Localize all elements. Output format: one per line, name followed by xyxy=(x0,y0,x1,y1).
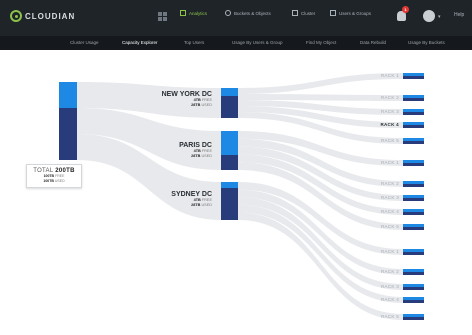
free-value: 4TB xyxy=(193,198,201,202)
used-label: USED xyxy=(201,202,212,207)
free-value: 4TB xyxy=(193,149,201,153)
rack-free-bar[interactable] xyxy=(403,269,424,272)
datacenter-free-bar[interactable] xyxy=(221,131,238,155)
datacenter-used-bar[interactable] xyxy=(221,188,238,220)
rack-used-bar[interactable] xyxy=(403,287,424,290)
rack-used-bar[interactable] xyxy=(403,252,424,255)
used-label: USED xyxy=(201,153,212,158)
rack-used-bar[interactable] xyxy=(403,141,424,144)
rack-label[interactable]: RACK 5 xyxy=(359,314,399,319)
rack-label[interactable]: RACK 1 xyxy=(359,249,399,254)
datacenter-used-bar[interactable] xyxy=(221,96,238,118)
rack-used-bar[interactable] xyxy=(403,212,424,215)
rack-free-bar[interactable] xyxy=(403,297,424,300)
total-free-label: FREE xyxy=(55,174,65,178)
rack-used-bar[interactable] xyxy=(403,227,424,230)
rack-label[interactable]: RACK 1 xyxy=(359,73,399,78)
rack-free-bar[interactable] xyxy=(403,73,424,76)
rack-used-bar[interactable] xyxy=(403,198,424,201)
rack-free-bar[interactable] xyxy=(403,138,424,141)
rack-free-bar[interactable] xyxy=(403,181,424,184)
rack-label[interactable]: RACK 4 xyxy=(359,122,399,127)
rack-label[interactable]: RACK 5 xyxy=(359,138,399,143)
rack-label[interactable]: RACK 3 xyxy=(359,284,399,289)
used-value: 28TB xyxy=(191,102,201,107)
datacenter-name: PARIS DC xyxy=(179,142,212,149)
rack-label[interactable]: RACK 1 xyxy=(359,160,399,165)
datacenter-free-bar[interactable] xyxy=(221,182,238,188)
rack-label[interactable]: RACK 2 xyxy=(359,269,399,274)
rack-used-bar[interactable] xyxy=(403,300,424,303)
rack-label[interactable]: RACK 3 xyxy=(359,109,399,114)
free-value: 4TB xyxy=(193,98,201,102)
datacenter-name: SYDNEY DC xyxy=(171,191,212,198)
rack-used-bar[interactable] xyxy=(403,163,424,166)
total-used-bar xyxy=(59,108,77,160)
rack-free-bar[interactable] xyxy=(403,314,424,317)
rack-free-bar[interactable] xyxy=(403,284,424,287)
datacenter-label-paris[interactable]: PARIS DC 4TB FREE 28TB USED xyxy=(142,142,212,158)
used-value: 28TB xyxy=(191,202,201,207)
datacenter-label-new-york[interactable]: NEW YORK DC 4TB FREE 28TB USED xyxy=(142,91,212,107)
used-label: USED xyxy=(201,102,212,107)
rack-free-bar[interactable] xyxy=(403,195,424,198)
rack-used-bar[interactable] xyxy=(403,76,424,79)
total-free-value: 100TB xyxy=(43,174,55,178)
used-value: 28TB xyxy=(191,153,201,158)
total-used-label: USED xyxy=(54,179,65,183)
rack-used-bar[interactable] xyxy=(403,184,424,187)
rack-free-bar[interactable] xyxy=(403,209,424,212)
rack-label[interactable]: RACK 3 xyxy=(359,195,399,200)
rack-used-bar[interactable] xyxy=(403,98,424,101)
datacenter-used: 28TB USED xyxy=(142,154,212,159)
rack-free-bar[interactable] xyxy=(403,109,424,112)
rack-free-bar[interactable] xyxy=(403,224,424,227)
rack-used-bar[interactable] xyxy=(403,112,424,115)
rack-free-bar[interactable] xyxy=(403,160,424,163)
free-label: FREE xyxy=(201,149,212,153)
total-used: 100TB USED xyxy=(27,179,81,184)
total-free-bar xyxy=(59,82,77,108)
rack-free-bar[interactable] xyxy=(403,249,424,252)
total-used-value: 100TB xyxy=(43,179,54,183)
rack-free-bar[interactable] xyxy=(403,95,424,98)
datacenter-used: 28TB USED xyxy=(142,203,212,208)
rack-used-bar[interactable] xyxy=(403,125,424,128)
rack-used-bar[interactable] xyxy=(403,272,424,275)
rack-used-bar[interactable] xyxy=(403,317,424,320)
rack-label[interactable]: RACK 4 xyxy=(359,297,399,302)
datacenter-label-sydney[interactable]: SYDNEY DC 4TB FREE 28TB USED xyxy=(142,191,212,207)
rack-label[interactable]: RACK 2 xyxy=(359,181,399,186)
free-label: FREE xyxy=(201,198,212,202)
rack-label[interactable]: RACK 5 xyxy=(359,224,399,229)
free-label: FREE xyxy=(201,98,212,102)
datacenter-name: NEW YORK DC xyxy=(161,91,212,98)
rack-label[interactable]: RACK 4 xyxy=(359,209,399,214)
datacenter-used-bar[interactable] xyxy=(221,155,238,170)
total-summary-card: TOTAL 200TB 100TB FREE 100TB USED xyxy=(26,164,82,188)
rack-label[interactable]: RACK 2 xyxy=(359,95,399,100)
rack-free-bar[interactable] xyxy=(403,122,424,125)
datacenter-free-bar[interactable] xyxy=(221,88,238,96)
datacenter-used: 28TB USED xyxy=(142,103,212,108)
